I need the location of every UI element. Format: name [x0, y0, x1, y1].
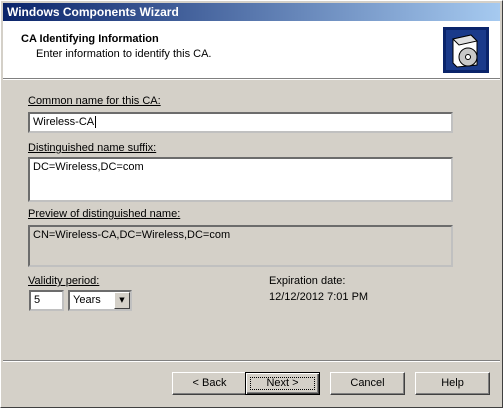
- dn-suffix-input[interactable]: DC=Wireless,DC=com: [28, 157, 453, 202]
- common-name-label: Common name for this CA:: [28, 95, 161, 107]
- validity-unit-select[interactable]: Years ▼: [68, 290, 132, 311]
- help-button[interactable]: Help: [415, 372, 490, 395]
- window-title: Windows Components Wizard: [7, 5, 179, 19]
- validity-value-input[interactable]: 5: [29, 290, 64, 311]
- expiration-label: Expiration date:: [269, 275, 346, 287]
- dn-suffix-label: Distinguished name suffix:: [28, 142, 157, 154]
- header-divider: [3, 78, 500, 80]
- chevron-down-icon[interactable]: ▼: [114, 292, 130, 309]
- expiration-value: 12/12/2012 7:01 PM: [269, 291, 369, 303]
- common-name-input[interactable]: Wireless-CA: [28, 112, 453, 133]
- validity-unit-value: Years: [73, 294, 101, 306]
- page-title: CA Identifying Information: [21, 33, 159, 45]
- focus-rect: [250, 377, 315, 390]
- back-button[interactable]: < Back: [172, 372, 247, 395]
- title-bar[interactable]: Windows Components Wizard: [3, 3, 500, 21]
- dn-preview-label: Preview of distinguished name:: [28, 208, 181, 220]
- wizard-window: Windows Components Wizard CA Identifying…: [0, 0, 503, 408]
- text-cursor: [95, 116, 97, 129]
- page-subtitle: Enter information to identify this CA.: [36, 48, 212, 60]
- dn-preview-field: CN=Wireless-CA,DC=Wireless,DC=com: [28, 225, 453, 267]
- footer-divider: [3, 360, 500, 362]
- cancel-button[interactable]: Cancel: [330, 372, 405, 395]
- cd-box-icon: [443, 27, 489, 73]
- next-button[interactable]: Next >: [245, 372, 320, 395]
- wizard-header: CA Identifying Information Enter informa…: [3, 21, 500, 78]
- validity-label: Validity period:: [28, 275, 100, 287]
